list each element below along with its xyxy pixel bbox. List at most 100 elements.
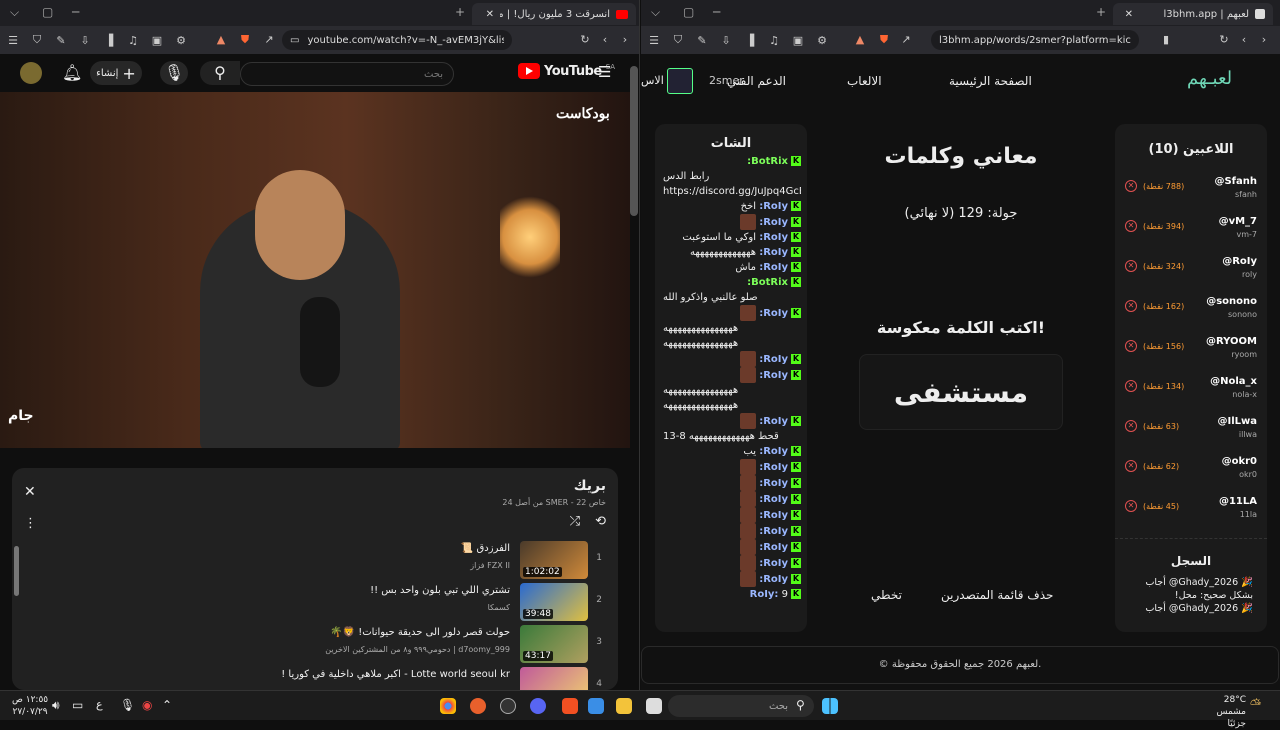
weather-widget[interactable]: 28°C مشمس جزئيًا xyxy=(1196,694,1246,730)
video-player[interactable]: بودكاست جام xyxy=(0,92,630,448)
right-address-bar[interactable]: l3bhm.app/words/2smer?platform=kick xyxy=(931,30,1139,50)
chat-username[interactable]: RoIy: xyxy=(759,494,788,505)
brave-shield-icon[interactable]: ⛊ xyxy=(238,33,252,47)
chat-username[interactable]: RoIy: xyxy=(759,201,788,212)
chat-username[interactable]: RoIy: xyxy=(759,462,788,473)
chat-username[interactable]: RoIy: xyxy=(759,370,788,381)
playlist-scrollbar[interactable] xyxy=(14,546,19,596)
share-icon[interactable]: ↗ xyxy=(899,33,913,46)
tab-youtube[interactable]: انسرقت 3 مليون ريال! | مفرع عـ ✕ xyxy=(472,3,636,25)
hamburger-icon[interactable]: ☰ xyxy=(598,63,611,81)
recording-icon[interactable]: ◉ xyxy=(142,698,152,712)
start-icon[interactable] xyxy=(822,698,838,714)
download-icon[interactable]: ⇩ xyxy=(78,34,92,47)
tab-search-icon[interactable]: ⌵ xyxy=(651,5,660,20)
playlist-item[interactable]: 4 Lotte world seoul kr - اكبر ملاهي داخل… xyxy=(62,667,602,690)
back-icon[interactable]: ‹ xyxy=(1237,33,1251,46)
minimize-icon[interactable]: ─ xyxy=(713,5,720,19)
close-playlist-icon[interactable]: ✕ xyxy=(24,484,36,500)
remove-player-icon[interactable]: ✕ xyxy=(1125,260,1137,272)
chat-username[interactable]: RoIy: xyxy=(759,247,788,258)
tab-search-icon[interactable]: ⌵ xyxy=(10,5,19,20)
clock[interactable]: ١٢:٥٥ ص ٢٧/٠٧/٢٩ xyxy=(12,694,48,718)
chrome-icon[interactable] xyxy=(440,698,456,714)
remove-player-icon[interactable]: ✕ xyxy=(1125,300,1137,312)
shield-icon[interactable]: ⛉ xyxy=(30,33,44,47)
task-view-icon[interactable] xyxy=(646,698,662,714)
obs-icon[interactable] xyxy=(500,698,516,714)
chat-username[interactable]: RoIy: xyxy=(759,542,788,553)
tabs-icon[interactable]: ▣ xyxy=(791,34,805,47)
firefox-icon[interactable] xyxy=(470,698,486,714)
chat-username[interactable]: RoIy: xyxy=(759,232,788,243)
language-indicator[interactable]: ع xyxy=(96,698,103,711)
tabs-icon[interactable]: ▣ xyxy=(150,34,164,47)
window-restore-icon[interactable]: ▢ xyxy=(683,5,694,19)
discord-icon[interactable] xyxy=(530,698,546,714)
back-icon[interactable]: ‹ xyxy=(598,33,612,46)
shield-icon[interactable]: ⛉ xyxy=(671,33,685,47)
download-icon[interactable]: ⇩ xyxy=(719,34,733,47)
microphone-icon[interactable]: 🎙︎ xyxy=(120,698,135,712)
notifications-icon[interactable]: 🔔︎ xyxy=(62,63,82,82)
chat-username[interactable]: RoIy: xyxy=(759,574,788,585)
sidebar-icon[interactable]: ▐ xyxy=(743,34,757,47)
puzzle-icon[interactable]: ⚙ xyxy=(174,34,188,47)
new-tab-button[interactable]: + xyxy=(455,5,465,19)
tray-chevron-icon[interactable]: ⌃ xyxy=(162,698,172,712)
reload-icon[interactable]: ↻ xyxy=(1217,33,1231,46)
left-address-bar[interactable]: ▭ youtube.com/watch?v=-N_-avEM3jY&list..… xyxy=(282,30,512,50)
chat-username[interactable]: RoIy: xyxy=(759,558,788,569)
sidebar-icon[interactable]: ▐ xyxy=(102,34,116,47)
brave-icon[interactable] xyxy=(562,698,578,714)
skip-button[interactable]: تخطي xyxy=(871,588,902,602)
chat-username[interactable]: RoIy: xyxy=(759,416,788,427)
bookmark-icon[interactable]: ▮ xyxy=(1159,33,1173,46)
taskbar-search[interactable]: بحث xyxy=(668,695,814,717)
reload-icon[interactable]: ↻ xyxy=(578,33,592,46)
window-restore-icon[interactable]: ▢ xyxy=(42,5,53,19)
remove-player-icon[interactable]: ✕ xyxy=(1125,420,1137,432)
search-icon[interactable]: ⚲ xyxy=(200,61,240,85)
close-tab-icon[interactable]: ✕ xyxy=(486,9,494,20)
voice-search-icon[interactable]: 🎙︎ xyxy=(160,61,188,85)
chat-username[interactable]: RoIy: xyxy=(759,262,788,273)
clear-leaderboard-button[interactable]: حذف قائمة المتصدرين xyxy=(941,588,1053,602)
playlist-item[interactable]: 1 1:02:02 الفرزدق 📜 FZX II فزاز xyxy=(62,541,602,579)
more-options-icon[interactable]: ⋮ xyxy=(24,516,37,531)
playlist-item[interactable]: 3 43:17 حولت قصر دلور الى حديقة حيوانات!… xyxy=(62,625,602,663)
menu-icon[interactable]: ☰ xyxy=(647,34,661,47)
brave-shield-icon[interactable]: ⛊ xyxy=(877,33,891,47)
file-explorer-icon[interactable] xyxy=(616,698,632,714)
avatar[interactable] xyxy=(20,62,42,84)
remove-player-icon[interactable]: ✕ xyxy=(1125,380,1137,392)
remove-player-icon[interactable]: ✕ xyxy=(1125,180,1137,192)
share-icon[interactable]: ↗ xyxy=(262,33,276,46)
new-tab-button[interactable]: + xyxy=(1096,5,1106,19)
chat-username[interactable]: BotRix: xyxy=(747,277,788,288)
close-tab-icon[interactable]: ✕ xyxy=(1125,9,1133,20)
chat-username[interactable]: RoIy: xyxy=(759,510,788,521)
rewards-icon[interactable]: ▲ xyxy=(214,33,228,46)
playlist-item[interactable]: 2 39:48 تشتري اللي تبي بلون واحد بس !! ك… xyxy=(62,583,602,621)
music-icon[interactable]: ♫ xyxy=(767,34,781,47)
forward-icon[interactable]: › xyxy=(1257,33,1271,46)
chat-username[interactable]: RoIy: xyxy=(759,354,788,365)
forward-icon[interactable]: › xyxy=(618,33,632,46)
create-button[interactable]: إنشاء + xyxy=(90,61,142,85)
chat-username[interactable]: RoIy: xyxy=(759,446,788,457)
nav-support[interactable]: الدعم الفني xyxy=(727,74,786,88)
shuffle-icon[interactable]: ⤮ xyxy=(570,514,580,529)
nav-home[interactable]: الصفحة الرئيسية xyxy=(949,74,1032,88)
chat-username[interactable]: RoIy: xyxy=(759,308,788,319)
search-input[interactable]: بحث xyxy=(240,62,454,86)
chat-username[interactable]: RoIy: xyxy=(759,217,788,228)
network-icon[interactable]: ▭ xyxy=(72,698,83,712)
extension-icon[interactable]: ✎ xyxy=(695,34,709,47)
minimize-icon[interactable]: ─ xyxy=(72,5,79,19)
music-icon[interactable]: ♫ xyxy=(126,34,140,47)
chat-username[interactable]: RoIy: xyxy=(759,478,788,489)
rewards-icon[interactable]: ▲ xyxy=(853,33,867,46)
tab-l3bhm[interactable]: لعبهم | l3bhm.app ✕ xyxy=(1113,3,1273,25)
nav-games[interactable]: الالعاب xyxy=(847,74,882,88)
